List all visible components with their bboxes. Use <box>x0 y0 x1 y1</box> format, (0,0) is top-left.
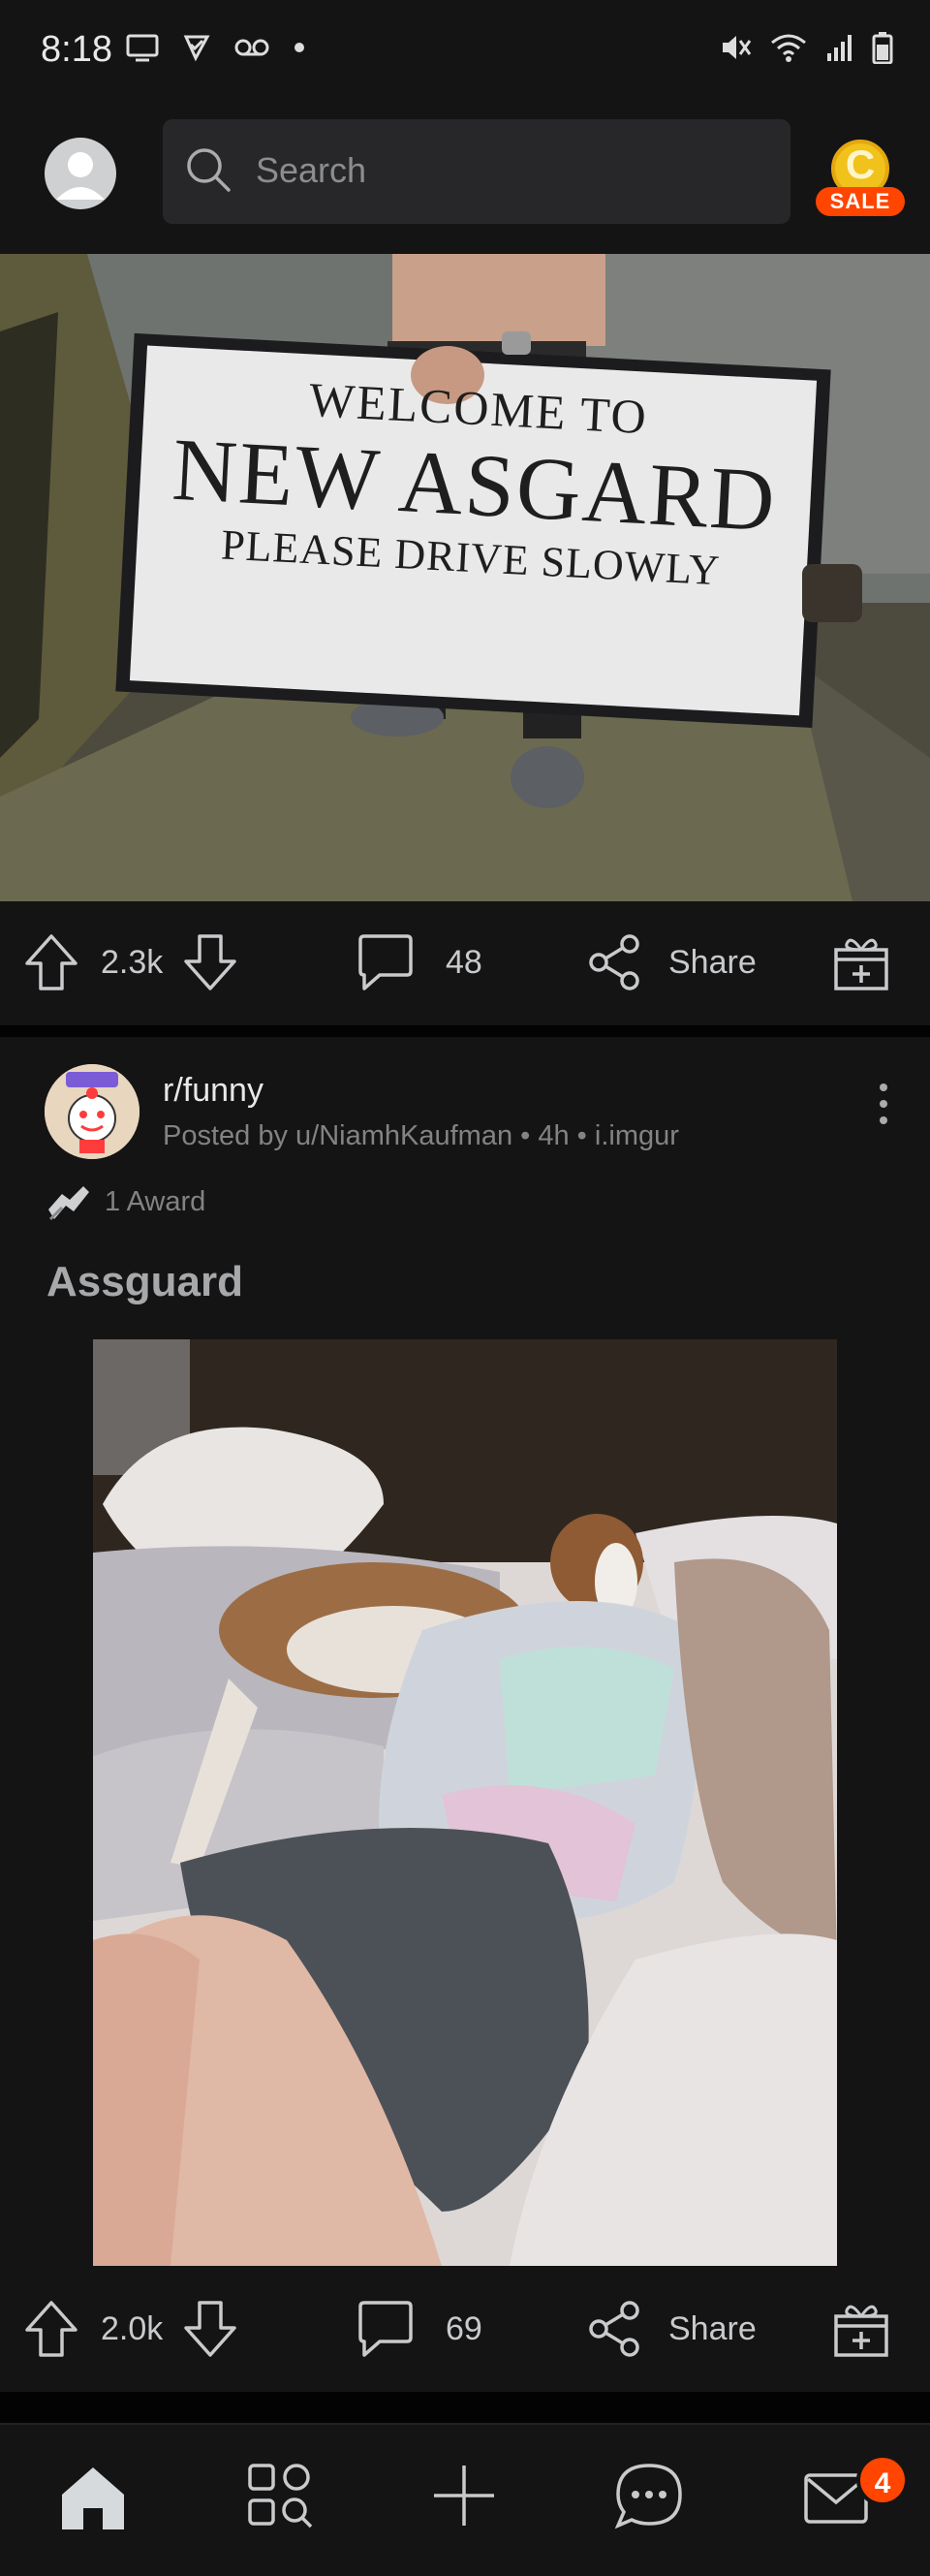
more-options-icon[interactable] <box>870 1082 897 1126</box>
post-separator <box>0 2392 930 2423</box>
sale-badge: SALE <box>816 187 905 216</box>
post-actions-1: 2.3k 48 Share <box>0 901 930 1025</box>
battery-icon <box>872 32 893 64</box>
award-gift-icon[interactable] <box>831 2299 891 2359</box>
check-notification-icon <box>183 35 210 62</box>
share-icon <box>589 934 639 990</box>
comment-icon <box>358 2301 413 2357</box>
discover-icon[interactable] <box>246 2462 314 2529</box>
status-icons-right <box>719 31 893 64</box>
upvote-icon[interactable] <box>23 932 79 992</box>
inbox-notification-badge: 4 <box>856 2454 909 2506</box>
search-icon <box>187 148 231 192</box>
chat-icon[interactable] <box>614 2462 684 2531</box>
home-icon[interactable] <box>56 2462 130 2535</box>
status-time: 8:18 <box>41 29 112 70</box>
comments-button[interactable]: 69 <box>356 2299 482 2359</box>
signal-icon <box>827 35 852 61</box>
post-video-thumbnail[interactable] <box>93 1339 837 2266</box>
share-button[interactable]: Share <box>587 2299 757 2359</box>
dot-icon <box>294 43 304 52</box>
share-button[interactable]: Share <box>587 932 757 992</box>
post-image[interactable]: WELCOME TO NEW ASGARD PLEASE DRIVE SLOWL… <box>0 254 930 901</box>
upvote-icon[interactable] <box>23 2299 79 2359</box>
status-icons-left <box>126 33 306 62</box>
subreddit-avatar[interactable] <box>45 1064 140 1159</box>
user-icon <box>56 152 105 200</box>
mute-icon <box>723 36 752 59</box>
share-label: Share <box>668 943 757 981</box>
post-actions-2: 2.0k 69 Share <box>0 2268 930 2392</box>
wifi-icon <box>771 34 806 62</box>
comment-count: 48 <box>446 943 482 981</box>
award-gift-icon[interactable] <box>831 932 891 992</box>
dog-on-bed-photo <box>93 1339 837 2266</box>
coin-icon: C <box>845 141 876 187</box>
subreddit-mascot-icon <box>45 1064 140 1159</box>
comment-count: 69 <box>446 2309 482 2347</box>
vote-count: 2.0k <box>101 2309 164 2347</box>
post-meta[interactable]: Posted by u/NiamhKaufman • 4h • i.imgur <box>163 1120 679 1152</box>
post-title[interactable]: Assguard <box>46 1258 243 1306</box>
vote-count: 2.3k <box>101 943 164 981</box>
voicemail-icon <box>234 39 269 56</box>
downvote-icon[interactable] <box>182 932 238 992</box>
award-icon <box>48 1186 89 1221</box>
post-separator <box>0 1025 930 1037</box>
award-count[interactable]: 1 Award <box>105 1186 205 1218</box>
comments-button[interactable]: 48 <box>356 932 482 992</box>
profile-avatar-button[interactable] <box>45 138 116 209</box>
subreddit-name[interactable]: r/funny <box>163 1072 264 1110</box>
comment-icon <box>358 934 413 990</box>
cast-icon <box>126 34 159 62</box>
share-label: Share <box>668 2309 757 2347</box>
create-icon[interactable] <box>430 2462 498 2529</box>
downvote-icon[interactable] <box>182 2299 238 2359</box>
share-icon <box>589 2301 639 2357</box>
search-placeholder: Search <box>256 150 367 190</box>
